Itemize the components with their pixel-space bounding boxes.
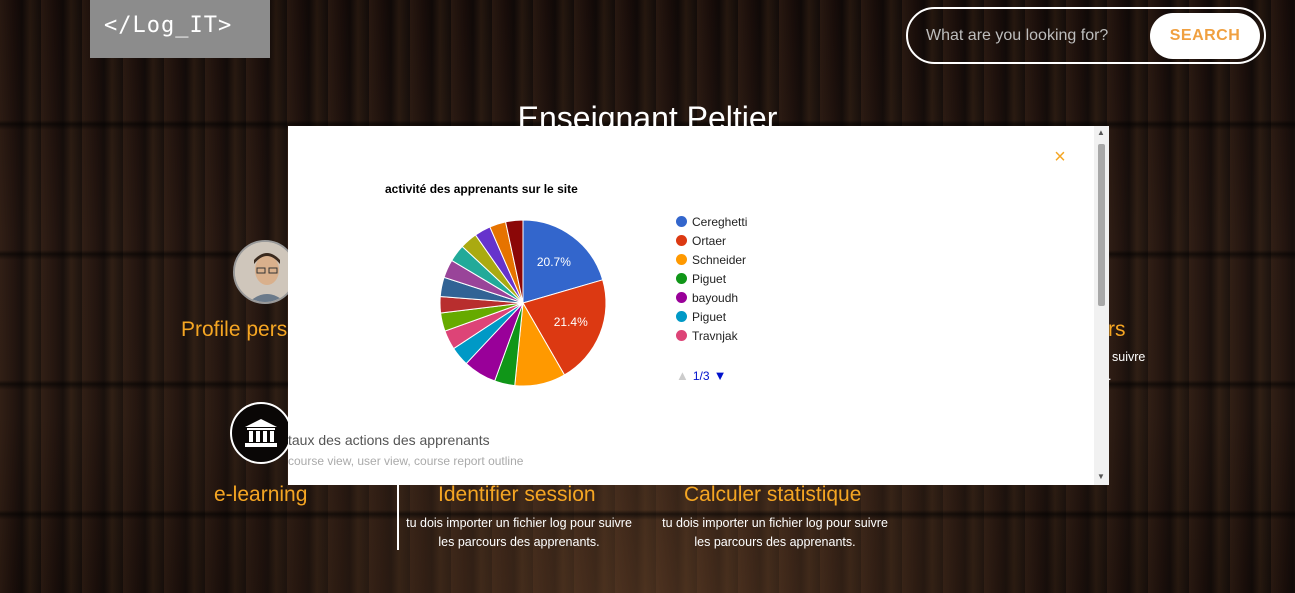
- legend-item[interactable]: bayoudh: [676, 288, 747, 307]
- right-card-desc-fragment: suivre: [1112, 350, 1146, 364]
- legend-label: bayoudh: [692, 290, 739, 305]
- stats-modal: × activité des apprenants sur le site 20…: [288, 126, 1109, 485]
- identify-session-desc: tu dois importer un fichier log pour sui…: [406, 516, 632, 549]
- legend-label: Piguet: [692, 271, 727, 286]
- legend-item[interactable]: Schneider: [676, 250, 747, 269]
- legend-item[interactable]: Piguet: [676, 307, 747, 326]
- search-input[interactable]: [926, 20, 1136, 52]
- legend-swatch: [676, 311, 687, 322]
- legend-item[interactable]: Travnjak: [676, 326, 747, 345]
- legend-label: Travnjak: [692, 328, 738, 343]
- legend-label: Ortaer: [692, 233, 727, 248]
- legend-swatch: [676, 292, 687, 303]
- legend-swatch: [676, 216, 687, 227]
- scroll-down-icon[interactable]: ▼: [1097, 472, 1105, 481]
- pager-text: 1/3: [692, 368, 710, 383]
- profile-label[interactable]: Profile pers: [181, 318, 287, 342]
- chart-legend: Cereghetti Ortaer Schneider Piguet bayoudh Pi…: [676, 212, 747, 345]
- site-logo[interactable]: </Log_IT>: [90, 0, 270, 58]
- legend-swatch: [676, 254, 687, 265]
- legend-label: Cereghetti: [692, 214, 748, 229]
- legend-swatch: [676, 273, 687, 284]
- chart-title: activité des apprenants sur le site: [385, 182, 578, 196]
- calc-stats-desc: tu dois importer un fichier log pour sui…: [662, 516, 888, 549]
- legend-swatch: [676, 235, 687, 246]
- pie-chart: 20.7% 21.4%: [439, 219, 607, 387]
- scroll-thumb[interactable]: [1098, 144, 1105, 306]
- pie-label-0: 20.7%: [537, 255, 571, 269]
- legend-label: Piguet: [692, 309, 727, 324]
- legend-pager: ▲ 1/3 ▼: [676, 368, 726, 383]
- close-icon[interactable]: ×: [1052, 146, 1068, 168]
- pager-down-icon[interactable]: ▼: [714, 368, 727, 383]
- legend-item[interactable]: Cereghetti: [676, 212, 747, 231]
- right-card-title-fragment: rs: [1108, 318, 1126, 341]
- legend-item[interactable]: Ortaer: [676, 231, 747, 250]
- search-button[interactable]: SEARCH: [1150, 13, 1260, 59]
- legend-label: Schneider: [692, 252, 747, 267]
- modal-footer-subtitle: course view, user view, course report ou…: [288, 454, 524, 468]
- bank-icon[interactable]: [230, 402, 292, 464]
- legend-item[interactable]: Piguet: [676, 269, 747, 288]
- modal-scrollbar[interactable]: ▲ ▼: [1094, 126, 1109, 485]
- legend-swatch: [676, 330, 687, 341]
- search-bar: SEARCH: [906, 7, 1266, 64]
- modal-footer-title: taux des actions des apprenants: [288, 432, 490, 448]
- identify-session-title[interactable]: Identifier session: [438, 483, 596, 507]
- pager-up-icon[interactable]: ▲: [676, 368, 689, 383]
- scroll-up-icon[interactable]: ▲: [1097, 128, 1105, 137]
- elearning-label[interactable]: e-learning: [214, 483, 307, 507]
- calc-stats-title[interactable]: Calculer statistique: [684, 483, 861, 507]
- pie-label-1: 21.4%: [554, 315, 588, 329]
